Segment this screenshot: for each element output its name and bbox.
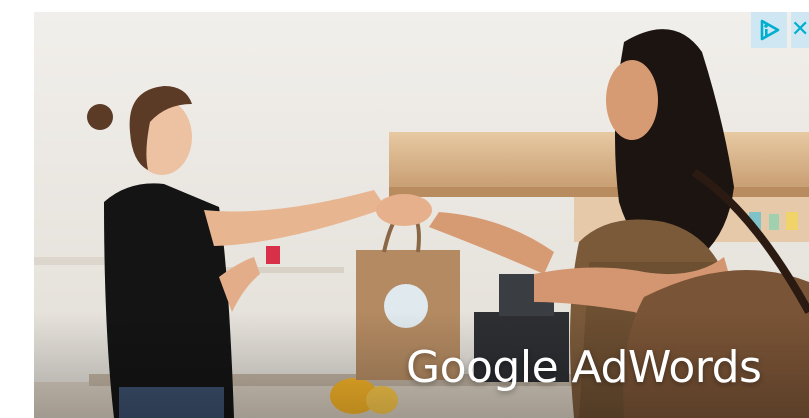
wood-shelf-base (389, 187, 809, 197)
cashier-bun (87, 104, 113, 130)
brand-logo-text: Google AdWords (406, 342, 762, 393)
shelf-item-3 (786, 212, 798, 230)
hands (376, 194, 432, 226)
ad-banner[interactable]: Google AdWords (34, 12, 809, 418)
adchoices-button[interactable] (751, 12, 787, 48)
customer-face (606, 60, 658, 140)
red-cup-2 (266, 246, 280, 264)
shelf-item-2 (769, 214, 779, 230)
adchoices-icon (760, 19, 780, 41)
wood-shelf (389, 132, 809, 187)
close-ad-button[interactable]: ✕ (791, 12, 809, 48)
